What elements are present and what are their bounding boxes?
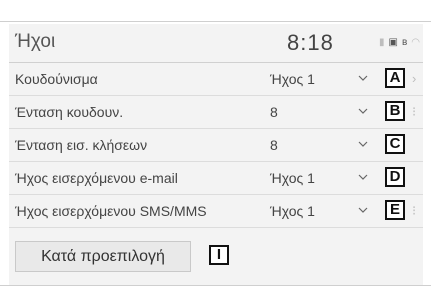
status-bar: ▮ ▣ ʙ ◠: [379, 36, 420, 50]
page-title: Ήχοι: [15, 31, 56, 52]
setting-label: Ήχος εισερχόμενου e-mail: [15, 170, 178, 186]
edge-fragment: ⁝: [412, 203, 417, 218]
setting-row-ring-volume[interactable]: Ένταση κουδουν. 8 B ⁝: [9, 96, 423, 129]
manual-figure: Ήχοι 8:18 ▮ ▣ ʙ ◠ Κουδούνισμα Ήχος 1 A ›…: [0, 0, 431, 291]
callout-label: B: [385, 101, 405, 121]
callout-label: D: [385, 167, 405, 187]
setting-value[interactable]: Ήχος 1: [270, 203, 315, 219]
callout-label: I: [209, 245, 229, 265]
setting-row-sms-sound[interactable]: Ήχος εισερχόμενου SMS/MMS Ήχος 1 E ⁝: [9, 195, 423, 228]
callout-label: E: [385, 200, 405, 220]
setting-label: Κουδούνισμα: [15, 71, 98, 87]
edge-fragment: ⁝: [412, 104, 417, 119]
wifi-icon: ◠: [411, 37, 421, 48]
callout-label: C: [385, 134, 405, 154]
chevron-down-icon[interactable]: [358, 106, 368, 116]
setting-label: Ήχος εισερχόμενου SMS/MMS: [15, 203, 207, 219]
clock: 8:18: [287, 30, 334, 55]
edge-fragment: ›: [412, 71, 417, 86]
bluetooth-icon: ʙ: [401, 37, 408, 48]
screen-header: Ήχοι 8:18 ▮ ▣ ʙ ◠: [9, 24, 423, 63]
setting-value[interactable]: Ήχος 1: [270, 170, 315, 186]
signal-icon: ▮: [379, 37, 385, 48]
chevron-down-icon[interactable]: [358, 73, 368, 83]
setting-label: Ένταση εισ. κλήσεων: [15, 137, 148, 153]
chevron-down-icon[interactable]: [358, 205, 368, 215]
sounds-settings-screen: Ήχοι 8:18 ▮ ▣ ʙ ◠ Κουδούνισμα Ήχος 1 A ›…: [9, 24, 423, 285]
callout-label: A: [385, 68, 405, 88]
setting-value[interactable]: 8: [270, 104, 278, 120]
setting-value[interactable]: Ήχος 1: [270, 71, 315, 87]
setting-row-ringtone[interactable]: Κουδούνισμα Ήχος 1 A ›: [9, 63, 423, 96]
default-button[interactable]: Κατά προεπιλογή: [15, 241, 191, 272]
figure-bottom-rule: [0, 285, 431, 286]
chevron-down-icon[interactable]: [358, 139, 368, 149]
setting-value[interactable]: 8: [270, 137, 278, 153]
setting-row-email-sound[interactable]: Ήχος εισερχόμενου e-mail Ήχος 1 D: [9, 162, 423, 195]
setting-label: Ένταση κουδουν.: [15, 104, 124, 120]
chevron-down-icon[interactable]: [358, 172, 368, 182]
setting-row-call-volume[interactable]: Ένταση εισ. κλήσεων 8 C: [9, 129, 423, 162]
phone-icon: ▣: [388, 37, 398, 48]
figure-top-rule: [0, 21, 431, 22]
